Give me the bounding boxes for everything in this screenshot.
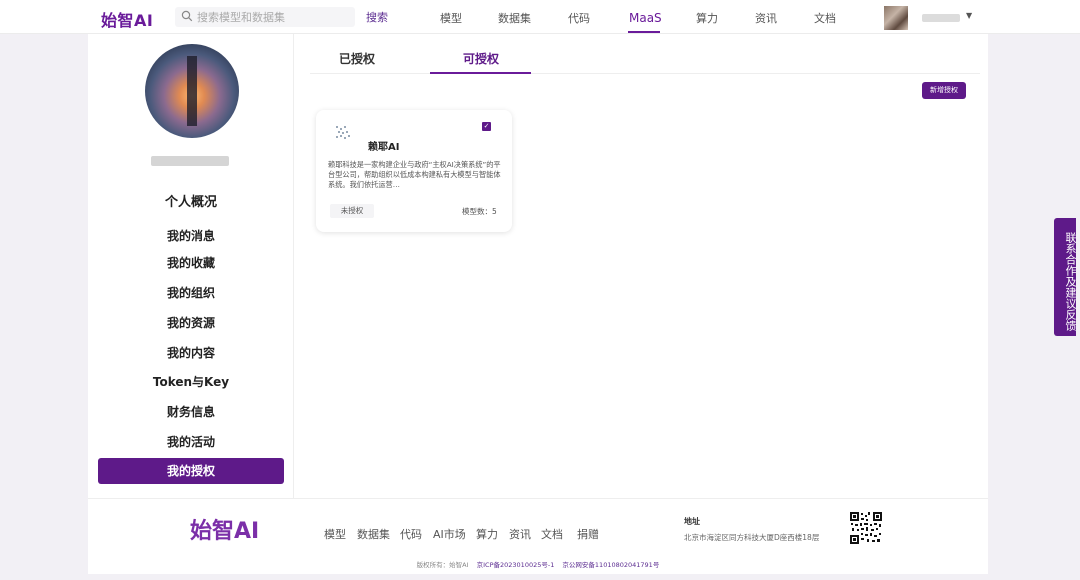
address-title: 地址 <box>684 517 700 526</box>
sidebar-item-favorites[interactable]: 我的收藏 <box>98 250 284 276</box>
authorization-card[interactable]: 赖耶AI ✓ 赖耶科技是一家构建企业与政府“主权AI决策系统”的平台型公司，帮助… <box>316 110 512 232</box>
footer-link-models[interactable]: 模型 <box>324 526 346 542</box>
search-button[interactable]: 搜索 <box>366 9 388 25</box>
qr-code-icon <box>849 511 883 545</box>
search-icon <box>181 10 193 22</box>
footer-logo[interactable]: 始智AI <box>190 513 259 545</box>
nav-datasets[interactable]: 数据集 <box>498 10 531 26</box>
tab-authorizable[interactable]: 可授权 <box>463 50 499 67</box>
tabs-divider <box>310 73 980 74</box>
model-count: 模型数：5 <box>462 207 497 216</box>
nav-docs[interactable]: 文档 <box>814 10 836 26</box>
footer-link-news[interactable]: 资讯 <box>509 526 531 542</box>
nav-compute[interactable]: 算力 <box>696 10 718 26</box>
profile-sidebar: 个人概况 我的消息 我的收藏 我的组织 我的资源 我的内容 Token与Key … <box>88 34 294 498</box>
status-badge: 未授权 <box>330 204 374 218</box>
sidebar-item-finance[interactable]: 财务信息 <box>98 399 284 425</box>
footer-link-code[interactable]: 代码 <box>400 526 422 542</box>
copyright-bar: 版权所有：始智AI 京ICP备2023010025号-1 京公网安备110108… <box>88 558 988 574</box>
footer-link-donate[interactable]: 捐赠 <box>577 526 599 542</box>
nav-news[interactable]: 资讯 <box>755 10 777 26</box>
nav-maas[interactable]: MaaS <box>629 11 662 25</box>
sidebar-item-resources[interactable]: 我的资源 <box>98 310 284 336</box>
search-box <box>175 7 355 27</box>
search-input[interactable] <box>197 8 347 26</box>
icp-link[interactable]: 京ICP备2023010025号-1 <box>477 561 555 569</box>
nav-models[interactable]: 模型 <box>440 10 462 26</box>
footer-link-datasets[interactable]: 数据集 <box>357 526 390 542</box>
profile-avatar <box>145 44 239 138</box>
company-logo-icon <box>336 126 350 139</box>
nav-code[interactable]: 代码 <box>568 10 590 26</box>
card-title: 赖耶AI <box>368 142 400 153</box>
site-logo[interactable]: 始智AI <box>101 7 153 30</box>
card-description: 赖耶科技是一家构建企业与政府“主权AI决策系统”的平台型公司，帮助组织以低成本构… <box>328 160 501 189</box>
sidebar-item-authorizations[interactable]: 我的授权 <box>98 458 284 484</box>
address-text: 北京市海淀区同方科技大厦D座西楼18层 <box>684 533 820 542</box>
nav-active-underline <box>628 31 660 33</box>
main-panel: 已授权 可授权 新增授权 赖耶AI ✓ 赖耶科技是一家构建企业与政府“主权AI决… <box>294 34 988 498</box>
footer-link-docs[interactable]: 文档 <box>541 526 563 542</box>
chevron-down-icon[interactable]: ▼ <box>966 11 972 20</box>
copyright-text: 版权所有：始智AI <box>416 561 469 569</box>
sidebar-item-overview[interactable]: 个人概况 <box>98 190 284 216</box>
profile-name <box>151 156 229 166</box>
tab-authorized[interactable]: 已授权 <box>339 50 375 67</box>
feedback-tab[interactable]: 联系合作及建议反馈 <box>1054 218 1077 336</box>
user-name[interactable] <box>922 14 960 22</box>
user-avatar[interactable] <box>884 6 908 30</box>
police-record-link[interactable]: 京公网安备11010802041791号 <box>562 561 659 569</box>
sidebar-item-activities[interactable]: 我的活动 <box>98 429 284 455</box>
checkbox-checked-icon[interactable]: ✓ <box>482 122 491 131</box>
footer-link-ai-market[interactable]: AI市场 <box>433 526 466 542</box>
sidebar-item-messages[interactable]: 我的消息 <box>98 223 284 249</box>
footer-link-compute[interactable]: 算力 <box>476 526 498 542</box>
top-header: 始智AI 搜索 模型 数据集 代码 MaaS 算力 资讯 文档 ▼ <box>0 0 1080 34</box>
sidebar-item-organizations[interactable]: 我的组织 <box>98 280 284 306</box>
sidebar-item-token-key[interactable]: Token与Key <box>98 369 284 395</box>
add-authorization-button[interactable]: 新增授权 <box>922 82 966 99</box>
footer: 始智AI 模型 数据集 代码 AI市场 算力 资讯 文档 捐赠 地址 北京市海淀… <box>88 498 988 558</box>
tab-active-underline <box>430 72 531 74</box>
sidebar-item-content[interactable]: 我的内容 <box>98 340 284 366</box>
